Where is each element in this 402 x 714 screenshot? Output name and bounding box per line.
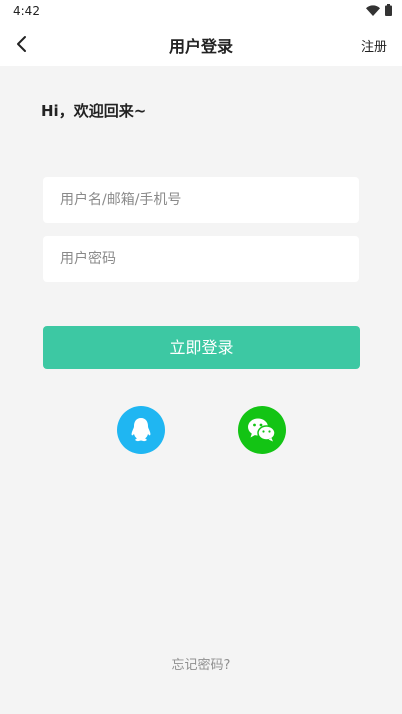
qq-penguin-icon xyxy=(131,418,151,442)
username-input[interactable] xyxy=(43,177,359,223)
battery-icon xyxy=(385,4,392,16)
username-field-container xyxy=(43,177,359,223)
qq-login-button[interactable] xyxy=(117,406,165,454)
wechat-login-button[interactable] xyxy=(238,406,286,454)
status-icons xyxy=(366,4,392,16)
greeting-text: Hi，欢迎回来~ xyxy=(41,102,147,120)
status-time: 4:42 xyxy=(13,4,40,18)
wechat-icon xyxy=(248,418,276,442)
app-bar: 用户登录 注册 xyxy=(0,22,402,66)
register-link[interactable]: 注册 xyxy=(361,36,387,55)
password-input[interactable] xyxy=(43,236,359,282)
wifi-icon xyxy=(366,4,380,16)
login-button[interactable]: 立即登录 xyxy=(43,326,360,369)
forgot-password-link[interactable]: 忘记密码? xyxy=(0,654,402,673)
password-field-container xyxy=(43,236,359,282)
page-title: 用户登录 xyxy=(168,37,233,56)
status-bar: 4:42 xyxy=(0,0,402,22)
